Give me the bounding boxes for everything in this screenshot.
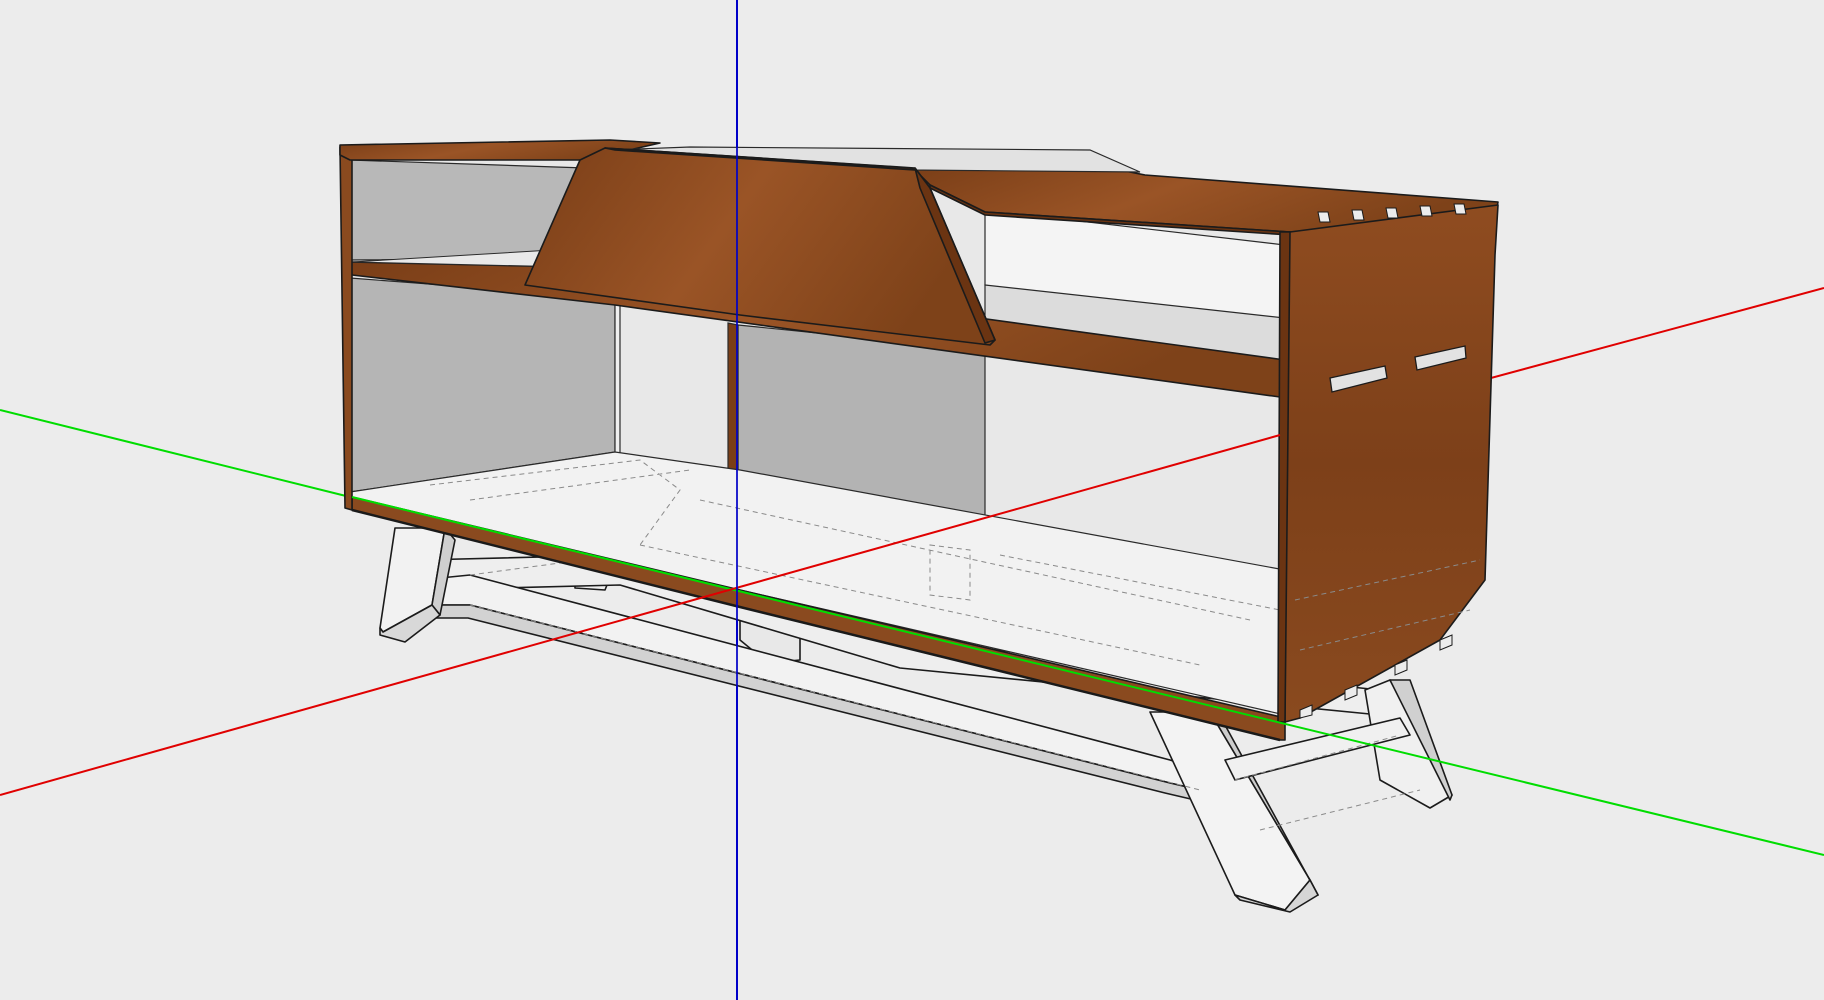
scene-canvas[interactable] (0, 0, 1824, 1000)
green-axis-back (0, 409, 351, 498)
left-compartment-side[interactable] (614, 297, 621, 457)
right-side-panel[interactable] (1284, 204, 1499, 723)
model-viewport[interactable] (0, 0, 1824, 1000)
left-side-panel[interactable] (339, 146, 353, 511)
